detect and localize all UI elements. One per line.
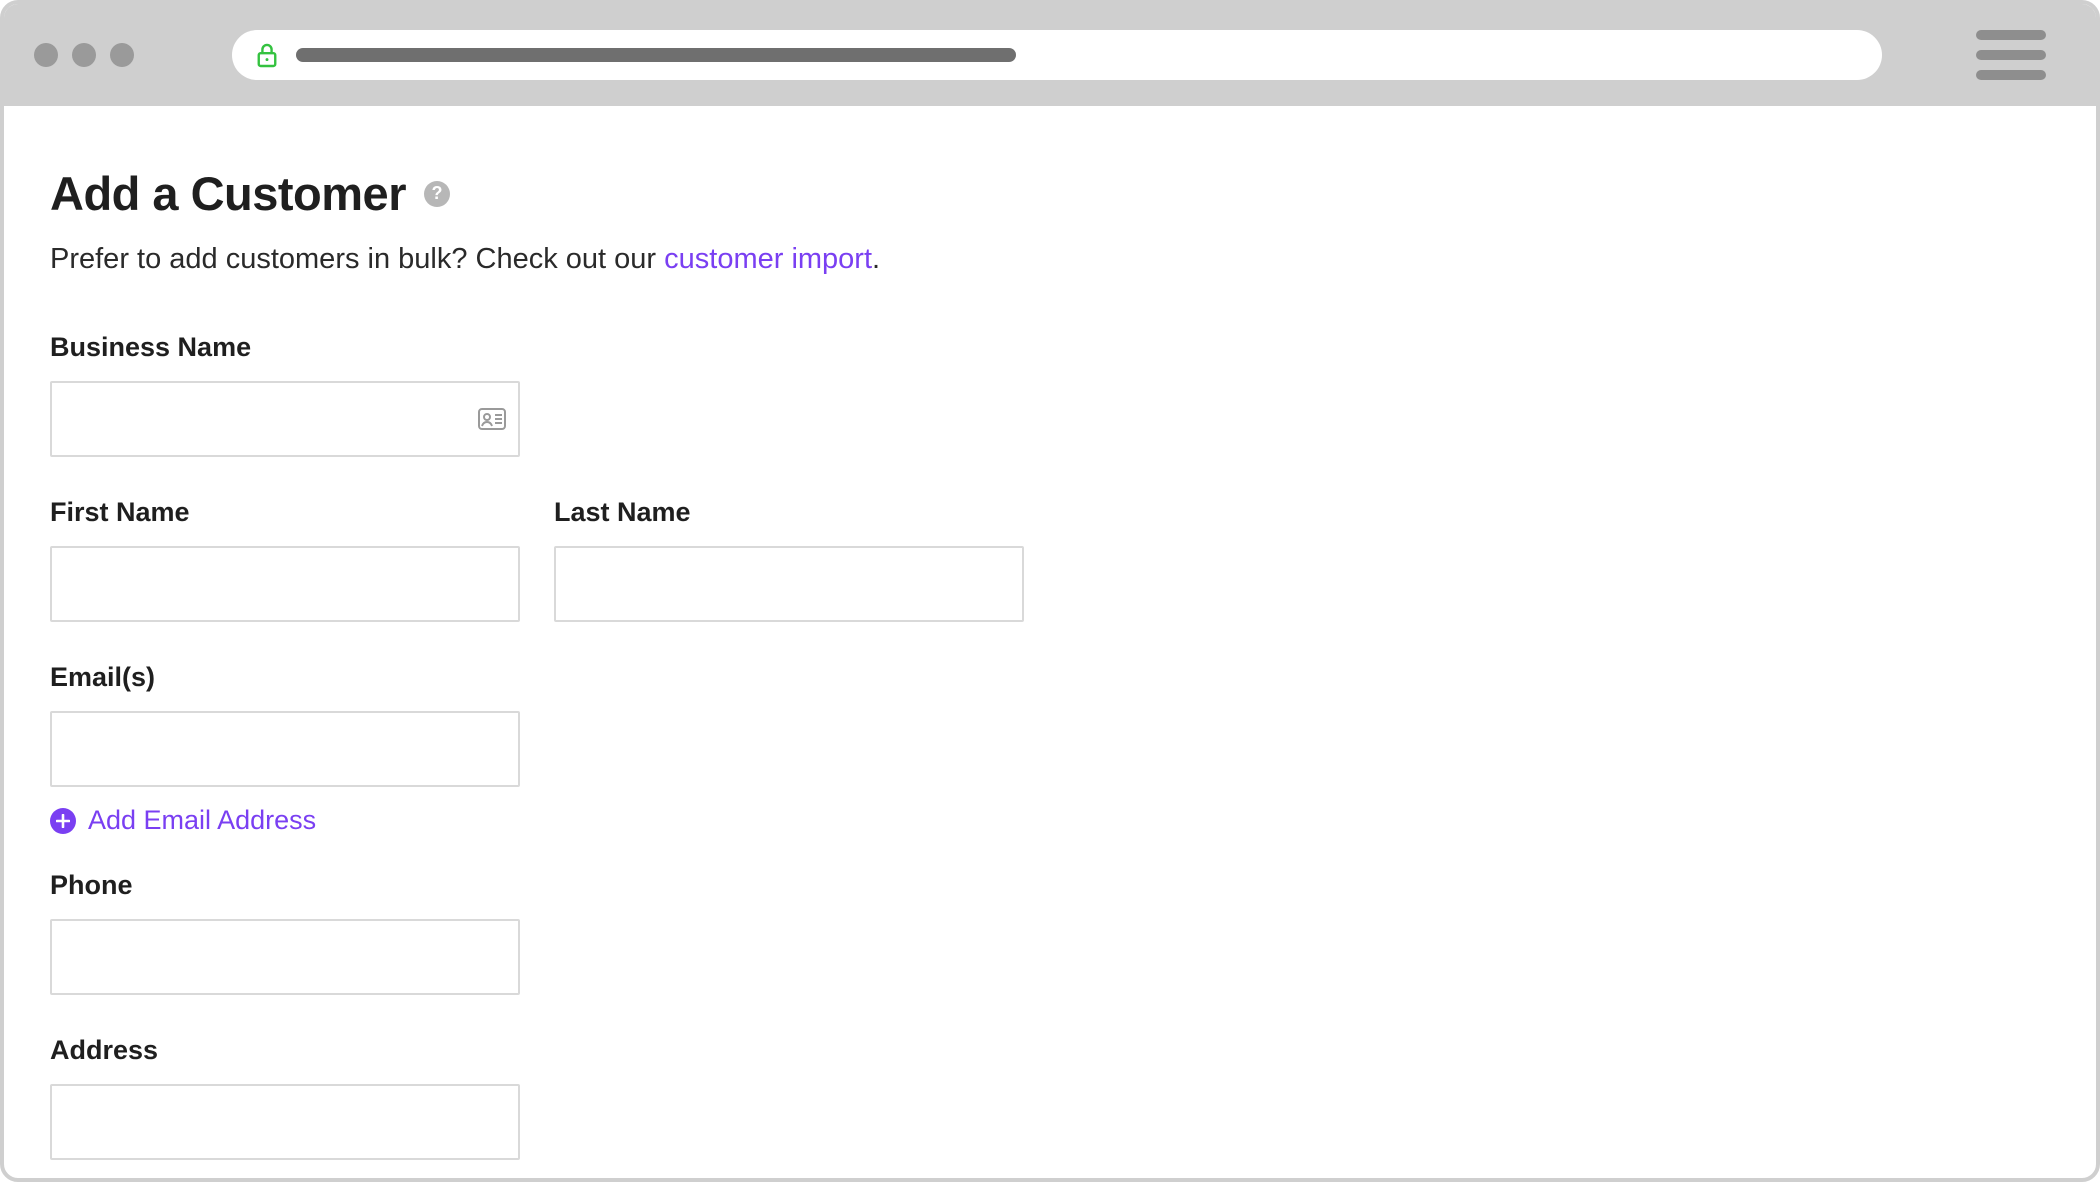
window-maximize-button[interactable] [110,43,134,67]
address-group: Address [50,1035,520,1160]
address-label: Address [50,1035,520,1066]
phone-input[interactable] [50,919,520,995]
first-name-label: First Name [50,497,520,528]
page-header: Add a Customer ? [50,166,2050,221]
add-email-button[interactable]: Add Email Address [50,805,316,836]
address-bar[interactable] [232,30,1882,80]
subheader-prefix: Prefer to add customers in bulk? Check o… [50,243,664,275]
help-icon[interactable]: ? [424,181,450,207]
window-close-button[interactable] [34,43,58,67]
last-name-label: Last Name [554,497,1024,528]
window-frame: Add a Customer ? Prefer to add customers… [0,0,2100,1182]
subheader-suffix: . [872,243,880,275]
phone-label: Phone [50,870,520,901]
phone-group: Phone [50,870,520,995]
business-name-group: Business Name [50,332,520,457]
menu-button[interactable] [1976,30,2046,80]
page-subheader: Prefer to add customers in bulk? Check o… [50,243,2050,276]
plus-circle-icon [50,808,76,834]
window-controls [34,43,134,67]
hamburger-icon [1976,50,2046,60]
email-input[interactable] [50,711,520,787]
emails-group: Email(s) Add Email Address [50,662,520,836]
page-content: Add a Customer ? Prefer to add customers… [4,106,2096,1160]
add-email-label: Add Email Address [88,805,316,836]
url-text-redacted [296,48,1016,62]
lock-icon [256,42,278,68]
first-name-group: First Name [50,497,520,622]
last-name-input[interactable] [554,546,1024,622]
page-title: Add a Customer [50,166,406,221]
emails-label: Email(s) [50,662,520,693]
last-name-group: Last Name [554,497,1024,622]
hamburger-icon [1976,30,2046,40]
window-minimize-button[interactable] [72,43,96,67]
business-name-input[interactable] [50,381,520,457]
business-name-label: Business Name [50,332,520,363]
address-input[interactable] [50,1084,520,1160]
hamburger-icon [1976,70,2046,80]
browser-chrome-bar [4,4,2096,106]
customer-import-link[interactable]: customer import [664,243,872,275]
first-name-input[interactable] [50,546,520,622]
